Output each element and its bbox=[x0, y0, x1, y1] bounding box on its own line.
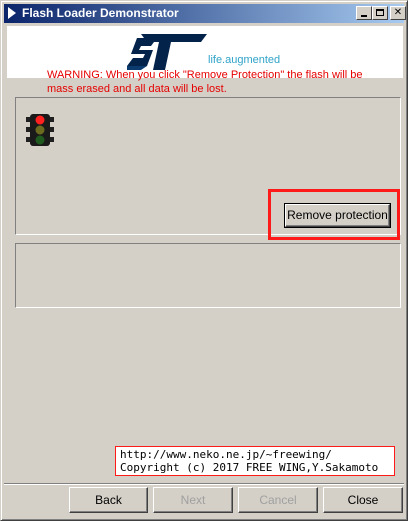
maximize-icon bbox=[376, 9, 384, 16]
st-logo-icon bbox=[127, 34, 207, 70]
maximize-button[interactable] bbox=[372, 6, 388, 20]
close-window-button[interactable]: ✕ bbox=[390, 6, 406, 20]
tagline: life.augmented bbox=[208, 54, 281, 66]
traffic-light-icon bbox=[26, 114, 54, 146]
cancel-button[interactable]: Cancel bbox=[238, 487, 318, 513]
credit-url: http://www.neko.ne.jp/~freewing/ bbox=[120, 448, 332, 461]
credit-copyright: Copyright (c) 2017 FREE WING,Y.Sakamoto bbox=[120, 461, 379, 474]
close-button[interactable]: Close bbox=[323, 487, 403, 513]
minimize-icon bbox=[361, 15, 367, 17]
minimize-button[interactable] bbox=[356, 6, 372, 20]
window-title: Flash Loader Demonstrator bbox=[22, 6, 179, 20]
remove-protection-button[interactable]: Remove protection bbox=[284, 203, 391, 228]
main-window: Flash Loader Demonstrator ✕ life.augment… bbox=[0, 0, 408, 521]
back-button[interactable]: Back bbox=[69, 487, 148, 513]
app-icon bbox=[8, 7, 16, 19]
title-bar[interactable]: Flash Loader Demonstrator ✕ bbox=[4, 4, 406, 23]
next-button[interactable]: Next bbox=[153, 487, 233, 513]
footer-divider bbox=[4, 483, 404, 485]
close-icon: ✕ bbox=[393, 7, 403, 18]
status-panel bbox=[15, 243, 401, 308]
warning-message: WARNING: When you click "Remove Protecti… bbox=[47, 69, 363, 95]
credit-note: http://www.neko.ne.jp/~freewing/ Copyrig… bbox=[115, 446, 395, 476]
